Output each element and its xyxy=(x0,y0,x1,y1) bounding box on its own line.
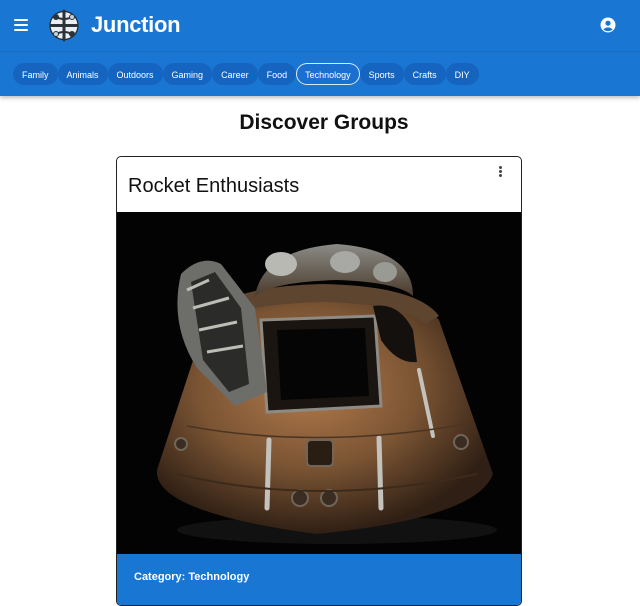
group-card-footer: Category: Technology xyxy=(117,554,521,605)
app-title[interactable]: Junction xyxy=(91,12,181,38)
category-chip-sports[interactable]: Sports xyxy=(359,63,404,85)
menu-icon[interactable] xyxy=(12,14,32,36)
group-card-title: Rocket Enthusiasts xyxy=(128,175,300,197)
category-chip-outdoors[interactable]: Outdoors xyxy=(107,63,163,85)
app-bar: Junction Family Animals Outdoors Gaming … xyxy=(0,0,640,96)
category-chip-technology[interactable]: Technology xyxy=(296,63,360,85)
category-chip-diy[interactable]: DIY xyxy=(445,63,479,85)
account-circle-icon[interactable] xyxy=(600,17,616,33)
group-card[interactable]: Rocket Enthusiasts Category: Technology xyxy=(116,156,522,606)
category-chip-family[interactable]: Family xyxy=(13,63,58,85)
more-vertical-icon[interactable] xyxy=(497,165,505,179)
junction-logo xyxy=(49,9,79,42)
category-chip-gaming[interactable]: Gaming xyxy=(162,63,213,85)
group-card-category: Category: Technology xyxy=(134,571,250,583)
category-chips: Family Animals Outdoors Gaming Career Fo… xyxy=(13,63,479,85)
page-title: Discover Groups xyxy=(239,111,409,134)
category-chip-animals[interactable]: Animals xyxy=(57,63,108,85)
category-chip-food[interactable]: Food xyxy=(257,63,297,85)
category-chip-crafts[interactable]: Crafts xyxy=(403,63,446,85)
app-bar-divider xyxy=(0,51,640,52)
top-toolbar: Junction xyxy=(0,0,640,51)
category-chip-career[interactable]: Career xyxy=(212,63,258,85)
group-card-image xyxy=(117,212,521,554)
